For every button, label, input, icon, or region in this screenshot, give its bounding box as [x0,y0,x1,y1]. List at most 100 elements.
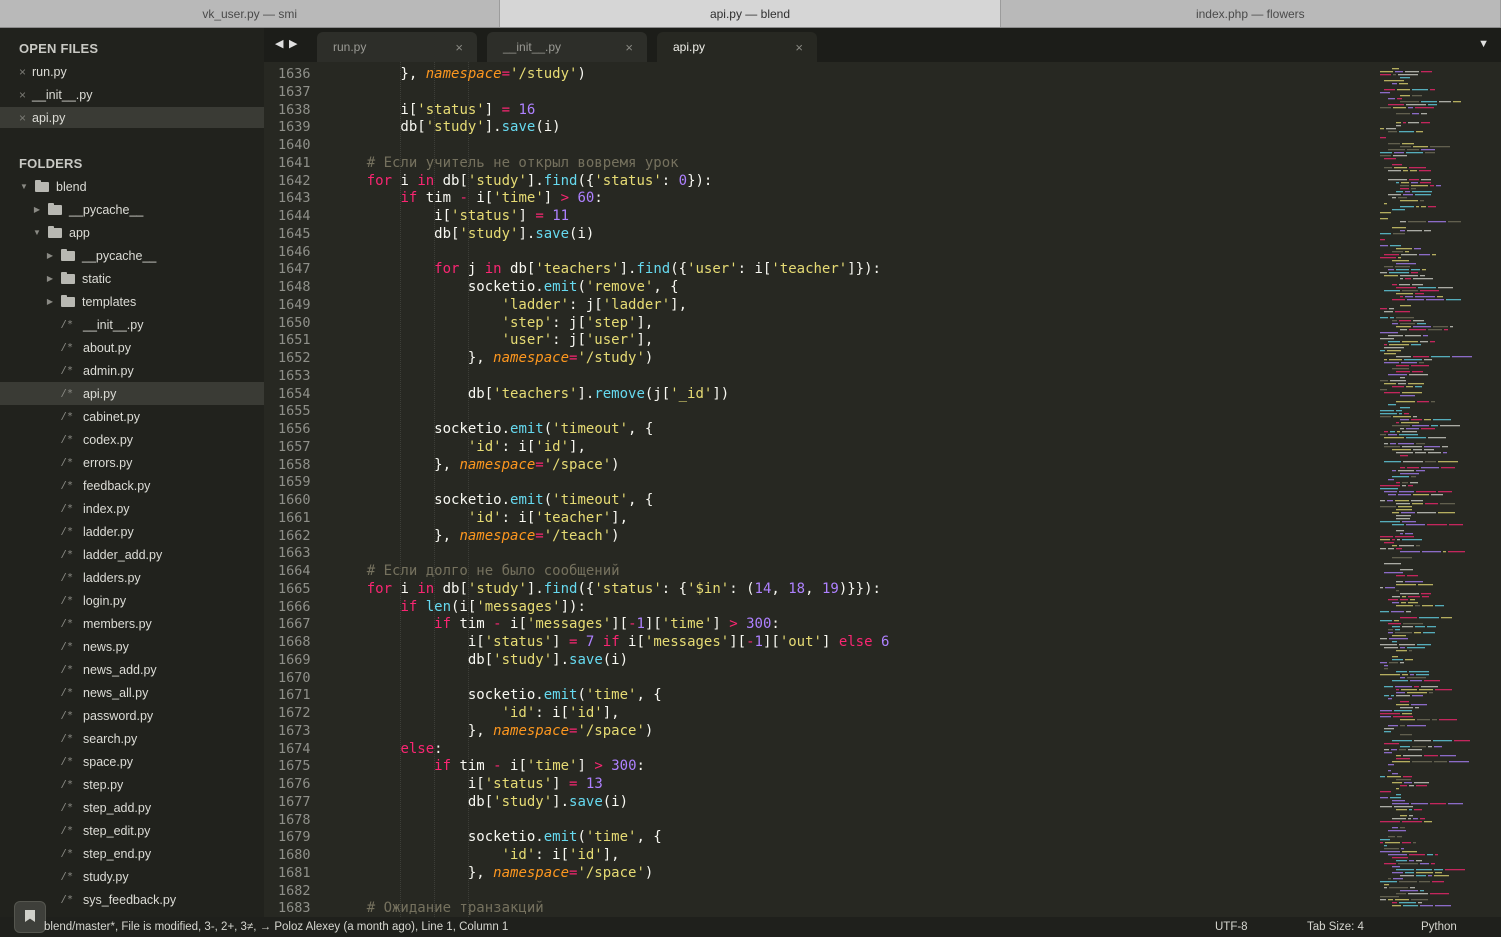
code-token: ) [644,350,654,366]
code-token: 'id' [535,438,570,455]
line-number: 1677 [278,793,311,810]
folder-item[interactable]: ▶ __pycache__ [0,198,264,221]
minimap[interactable] [1374,62,1501,917]
line-number: 1642 [278,172,311,189]
file-item[interactable]: /* index.py [0,497,264,520]
file-item[interactable]: /* step.py [0,773,264,796]
code-token: i[ [467,190,494,207]
close-icon[interactable]: × [19,111,30,125]
folder-item[interactable]: ▶ static [0,267,264,290]
file-item[interactable]: /* __init__.py [0,313,264,336]
collapsed-arrow-icon[interactable]: ▶ [45,297,55,306]
code-token: , { [636,829,662,846]
file-item[interactable]: /* news.py [0,635,264,658]
window-tab[interactable]: api.py — blend [500,0,1001,27]
file-item[interactable]: /* step_end.py [0,842,264,865]
close-icon[interactable]: × [625,40,633,55]
folder-item[interactable]: ▶ templates [0,290,264,313]
collapsed-arrow-icon[interactable]: ▶ [32,205,42,214]
tab-size-indicator[interactable]: Tab Size: 4 [1307,921,1364,933]
tree-item-label: members.py [83,616,152,631]
code-token: 'user' [687,261,738,278]
syntax-indicator[interactable]: Python [1421,921,1457,933]
file-item[interactable]: /* codex.py [0,428,264,451]
code-token: : [661,172,679,189]
code-token: = [501,66,511,82]
code-token: = [535,208,544,224]
code-token: 300 [746,616,772,633]
code-token: socketio. [333,279,544,295]
open-file-item[interactable]: × run.py [0,61,264,82]
editor-tab[interactable]: __init__.py × [487,32,647,62]
code-token: if [434,616,452,633]
python-file-icon: /* [61,549,74,560]
file-item[interactable]: /* news_all.py [0,681,264,704]
code-token: 'messages' [476,598,561,615]
line-number-gutter: 1636 1637 1638 1639 1640 1641 1642 1643 1644 1645… [264,62,320,917]
code-token: '/study' [510,66,578,82]
code-token: ]. [577,385,595,402]
tab-scroll-left-icon[interactable]: ◀ [275,37,283,50]
file-item[interactable]: /* password.py [0,704,264,727]
close-icon[interactable]: × [455,40,463,55]
file-item[interactable]: /* errors.py [0,451,264,474]
line-number: 1657 [278,438,311,455]
code-line: # Если учитель не открыл вовремя урок [333,155,679,171]
file-item[interactable]: /* ladder.py [0,520,264,543]
file-item[interactable]: /* study.py [0,865,264,888]
tab-list-dropdown-icon[interactable]: ▼ [1478,38,1489,50]
file-item[interactable]: /* api.py [0,382,264,405]
open-file-item[interactable]: × api.py [0,107,264,128]
file-item[interactable]: /* feedback.py [0,474,264,497]
file-item[interactable]: /* login.py [0,589,264,612]
code-token: 'id' [501,705,536,721]
close-icon[interactable]: × [795,40,803,55]
code-token: ], [602,705,620,721]
file-item[interactable]: /* step_edit.py [0,819,264,842]
code-token: }, [333,456,460,473]
folder-item[interactable]: ▶ __pycache__ [0,244,264,267]
expanded-arrow-icon[interactable]: ▼ [32,228,42,237]
file-item[interactable]: /* ladders.py [0,566,264,589]
code-token: emit [510,492,544,508]
file-item[interactable]: /* search.py [0,727,264,750]
expanded-arrow-icon[interactable]: ▼ [19,182,29,191]
editor-tab[interactable]: run.py × [317,32,477,62]
code-token: 'teacher' [535,509,612,526]
collapsed-arrow-icon[interactable]: ▶ [45,251,55,260]
file-item[interactable]: /* members.py [0,612,264,635]
code-line: 'user': j['user'], [333,332,654,348]
file-item[interactable]: /* ladder_add.py [0,543,264,566]
line-number: 1675 [278,758,311,775]
encoding-indicator[interactable]: UTF-8 [1215,921,1248,933]
close-icon[interactable]: × [19,88,30,102]
close-icon[interactable]: × [19,65,30,79]
collapsed-arrow-icon[interactable]: ▶ [45,274,55,283]
code-editor[interactable]: 1636 1637 1638 1639 1640 1641 1642 1643 1644 1645… [264,62,1374,917]
open-file-item[interactable]: × __init__.py [0,84,264,105]
code-token: 0 [678,172,688,189]
code-token: tim [451,616,494,633]
window-tab[interactable]: index.php — flowers [1001,0,1501,27]
tab-scroll-right-icon[interactable]: ▶ [289,37,297,50]
folder-item[interactable]: ▼ app [0,221,264,244]
file-item[interactable]: /* cabinet.py [0,405,264,428]
tree-item-label: step_end.py [83,846,152,861]
file-item[interactable]: /* space.py [0,750,264,773]
code-token: '_id' [670,385,713,402]
editor-tab[interactable]: api.py × [657,32,817,62]
file-item[interactable]: /* admin.py [0,359,264,382]
bookmark-icon[interactable] [14,901,46,933]
file-item[interactable]: /* news_add.py [0,658,264,681]
window-tab[interactable]: vk_user.py — smi [0,0,501,27]
code-token: , { [628,492,654,508]
code-line: 'id': i['id'], [333,705,620,721]
folder-item[interactable]: ▼ blend [0,175,264,198]
line-number: 1676 [278,776,311,792]
file-item[interactable]: /* step_add.py [0,796,264,819]
file-item[interactable]: /* about.py [0,336,264,359]
